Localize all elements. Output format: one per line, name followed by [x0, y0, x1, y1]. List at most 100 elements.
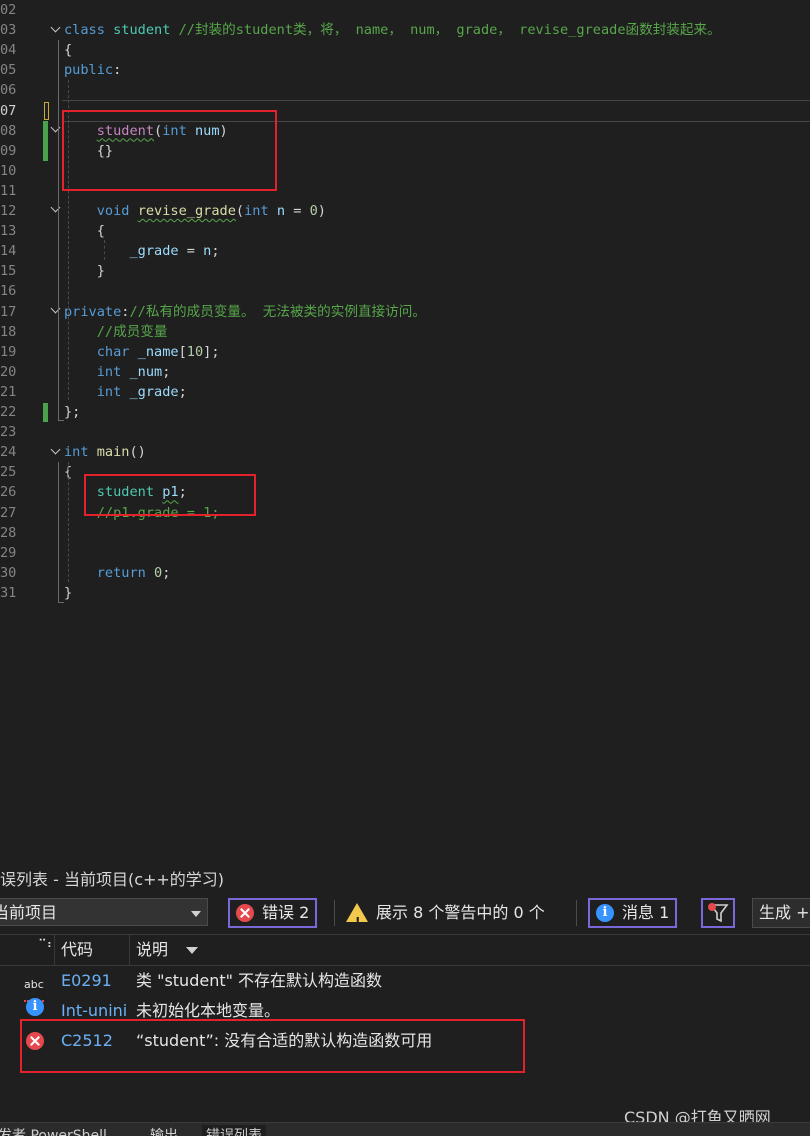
line-number: 08: [0, 122, 17, 139]
code-token: int: [96, 383, 122, 400]
column-header-description[interactable]: 说明: [136, 935, 168, 965]
error-list-toolbar: 当前项目 错误 2 ! 展示 8 个警告中的 0 个 i 消息 1 生成 +: [0, 896, 810, 930]
errors-filter-button[interactable]: 错误 2: [228, 898, 318, 928]
code-line[interactable]: 18 //成员变量: [0, 322, 810, 342]
code-token: student: [113, 22, 179, 39]
code-line[interactable]: 03 class student //封装的student类，将， name， n…: [0, 20, 810, 40]
panel-title: 误列表 - 当前项目(c++的学习): [0, 870, 225, 889]
fold-chevron-icon[interactable]: [52, 24, 60, 32]
code-token: int: [96, 363, 122, 380]
messages-filter-label: 消息 1: [622, 903, 670, 922]
error-row[interactable]: i Int-unini 未初始化本地变量。: [0, 996, 810, 1020]
line-number: 19: [0, 343, 17, 360]
filter-button[interactable]: [701, 898, 735, 928]
code-token: return: [96, 564, 146, 581]
line-number: 04: [0, 42, 17, 59]
code-token: //成员变量: [96, 323, 168, 340]
code-line[interactable]: 14 _grade = n;: [0, 241, 810, 261]
code-line[interactable]: 16: [0, 281, 810, 301]
error-icon: [236, 904, 254, 922]
line-number: 05: [0, 62, 17, 79]
chevron-down-icon: [191, 911, 201, 917]
code-token: ;: [162, 363, 171, 380]
code-token: {: [64, 42, 73, 59]
code-token: =: [178, 243, 204, 260]
line-number: 13: [0, 223, 17, 240]
info-icon: i: [596, 904, 614, 922]
code-line[interactable]: 06: [0, 80, 810, 100]
code-token: private: [64, 303, 122, 320]
line-number: 28: [0, 524, 17, 541]
error-code-link[interactable]: Int-unini: [61, 996, 133, 1020]
code-line[interactable]: 20 int _num;: [0, 362, 810, 382]
code-token: ;: [162, 564, 171, 581]
line-number: 31: [0, 584, 17, 601]
filter-icon: [708, 903, 729, 923]
fold-chevron-icon[interactable]: [52, 446, 60, 454]
pin-icon[interactable]: ⠉⠆: [38, 929, 56, 959]
line-number: 07: [0, 102, 17, 119]
code-token: 0: [154, 564, 163, 581]
column-header-code[interactable]: 代码: [61, 935, 93, 965]
code-token: };: [64, 404, 81, 420]
code-line[interactable]: 29: [0, 543, 810, 563]
line-number: 26: [0, 484, 17, 501]
code-token: }: [96, 263, 105, 280]
code-text: //成员变量: [64, 322, 168, 342]
line-number: 27: [0, 504, 17, 521]
toolbar-divider: [334, 900, 335, 926]
tab-error-list[interactable]: 错误列表: [202, 1125, 266, 1136]
code-line[interactable]: 12 void revise_grade(int n = 0): [0, 201, 810, 221]
code-token: class: [64, 22, 114, 39]
code-token: main: [96, 444, 130, 461]
error-list-header: ⠉⠆ 代码 说明: [0, 934, 810, 966]
build-source-dropdown[interactable]: 生成 +: [752, 898, 810, 928]
code-line[interactable]: 30 return 0;: [0, 563, 810, 583]
saved-change-marker: [43, 403, 48, 422]
error-description: 类 "student" 不存在默认构造函数: [136, 971, 383, 990]
warnings-filter-button[interactable]: ! 展示 8 个警告中的 0 个: [346, 898, 545, 929]
line-number: 11: [0, 182, 17, 199]
code-line[interactable]: 23: [0, 422, 810, 442]
code-editor[interactable]: 02 03 class student //封装的student类，将， name，…: [0, 0, 810, 858]
code-token: :: [113, 62, 122, 79]
code-line[interactable]: 04 {: [0, 40, 810, 60]
code-line[interactable]: 05 public:: [0, 60, 810, 80]
code-token: _grade: [129, 243, 179, 260]
messages-filter-button[interactable]: i 消息 1: [588, 898, 678, 928]
scope-bar: [58, 140, 59, 160]
line-number: 22: [0, 404, 17, 420]
error-row[interactable]: abc E0291 类 "student" 不存在默认构造函数: [0, 966, 810, 1002]
error-code-link[interactable]: E0291: [61, 966, 112, 996]
scope-dropdown[interactable]: 当前项目: [0, 898, 208, 926]
code-text: int _num;: [64, 362, 171, 382]
code-text: };: [64, 402, 80, 422]
scope-bar: [58, 462, 59, 602]
toolbar-divider: [576, 900, 577, 926]
code-line[interactable]: 17 private://私有的成员变量。 无法被类的实例直接访问。: [0, 302, 810, 322]
code-line[interactable]: 28: [0, 523, 810, 543]
code-line[interactable]: 31}: [0, 583, 810, 603]
code-line[interactable]: 21 int _grade;: [0, 382, 810, 402]
tab-powershell[interactable]: 发者 PowerShell: [0, 1125, 107, 1136]
code-text: _grade = n;: [64, 241, 219, 261]
code-text: return 0;: [64, 563, 171, 583]
code-text: private://私有的成员变量。 无法被类的实例直接访问。: [64, 302, 426, 322]
code-line[interactable]: 02: [0, 0, 810, 20]
line-number: 20: [0, 363, 17, 380]
code-line[interactable]: 22};: [0, 402, 810, 422]
tab-output[interactable]: 输出: [150, 1125, 178, 1136]
scope-dropdown-value: 当前项目: [0, 903, 58, 922]
code-text: {: [64, 221, 105, 241]
code-line[interactable]: 24 int main(): [0, 442, 810, 462]
code-line[interactable]: 19 char _name[10];: [0, 342, 810, 362]
code-token: void: [96, 203, 130, 219]
line-number: 03: [0, 22, 17, 39]
warnings-filter-label: 展示 8 个警告中的 0 个: [376, 903, 545, 922]
code-line[interactable]: 13 {: [0, 221, 810, 241]
code-token: revise_grade: [137, 203, 236, 219]
code-text: }: [64, 583, 72, 603]
code-line[interactable]: 15 }: [0, 261, 810, 281]
